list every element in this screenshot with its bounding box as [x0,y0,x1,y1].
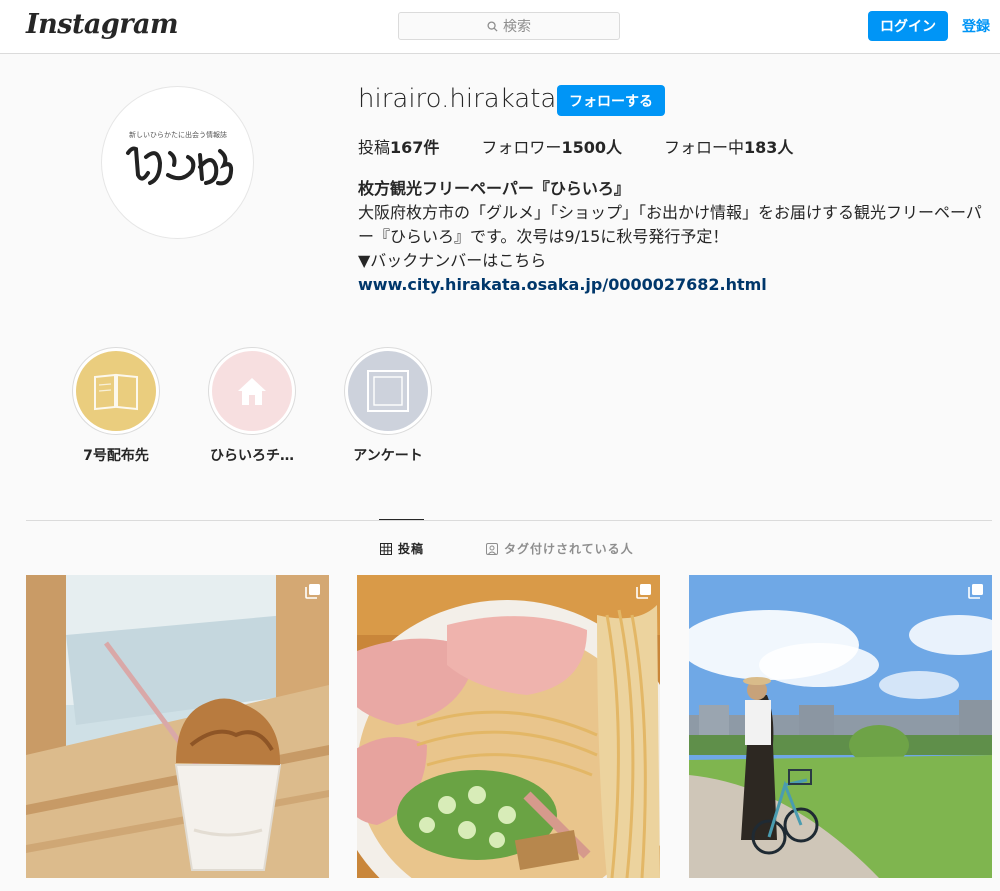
bio-website-link[interactable]: www.city.hirakata.osaka.jp/0000027682.ht… [358,273,988,297]
tab-tagged-label: タグ付けされている人 [504,542,634,556]
following-stat[interactable]: フォロー中183人 [664,134,793,158]
top-navigation: Instagram 検索 ログイン 登録 [0,0,1000,54]
book-icon [94,373,138,411]
highlight-ring [208,347,296,435]
follow-button[interactable]: フォローする [557,85,665,116]
login-button[interactable]: ログイン [868,11,948,41]
post-thumbnail[interactable] [26,575,329,878]
posts-stat: 投稿167件 [358,138,440,157]
tab-tagged[interactable]: タグ付けされている人 [486,540,634,557]
search-icon [487,20,498,32]
signup-link[interactable]: 登録 [962,16,990,36]
ramen-photo [357,575,660,878]
bio-description: 大阪府枚方市の「グルメ」「ショップ」「お出かけ情報」をお届けする観光フリーペーパ… [358,203,982,246]
profile-username: hirairo.hirakata [358,84,557,114]
post-thumbnail[interactable] [357,575,660,878]
grid-icon [380,542,392,555]
frame-icon [367,370,409,412]
tagged-person-icon [486,542,498,555]
tab-posts[interactable]: 投稿 [380,540,424,557]
profile-avatar[interactable]: 新しいひらかたに出会う情報誌 [101,86,254,239]
profile-bio: 枚方観光フリーペーパー『ひらいろ』 大阪府枚方市の「グルメ」「ショップ」「お出か… [358,177,988,297]
followers-stat[interactable]: フォロワー1500人 [481,134,622,158]
bio-full-name: 枚方観光フリーペーパー『ひらいろ』 [358,179,630,198]
highlight-ring [344,347,432,435]
riverside-bicycle-photo [689,575,992,878]
avatar-tagline: 新しいひらかたに出会う情報誌 [129,130,227,139]
tab-posts-label: 投稿 [398,542,425,556]
search-input[interactable]: 検索 [398,12,620,40]
search-placeholder: 検索 [503,19,531,35]
bio-note: ▼バックナンバーはこちら [358,251,547,270]
multiple-posts-icon [305,584,320,599]
highlight-survey[interactable]: アンケート [323,347,453,465]
highlight-cover [76,351,156,431]
highlight-label: アンケート [353,448,423,464]
instagram-logo[interactable]: Instagram [26,9,179,40]
highlight-label: 7号配布先 [83,448,149,464]
multiple-posts-icon [636,584,651,599]
tabs-divider [26,520,992,521]
home-icon [238,378,266,405]
highlight-distribution[interactable]: 7号配布先 [51,347,181,465]
highlight-label: ひらいろチ… [210,448,294,464]
highlight-hirairo[interactable]: ひらいろチ… [187,347,317,465]
highlight-cover [348,351,428,431]
post-thumbnail[interactable] [689,575,992,878]
shaved-ice-photo [26,575,329,878]
multiple-posts-icon [968,584,983,599]
profile-stats: 投稿167件 フォロワー1500人 フォロー中183人 [358,134,835,158]
active-tab-indicator [379,519,424,520]
highlight-cover [212,351,292,431]
highlight-ring [72,347,160,435]
